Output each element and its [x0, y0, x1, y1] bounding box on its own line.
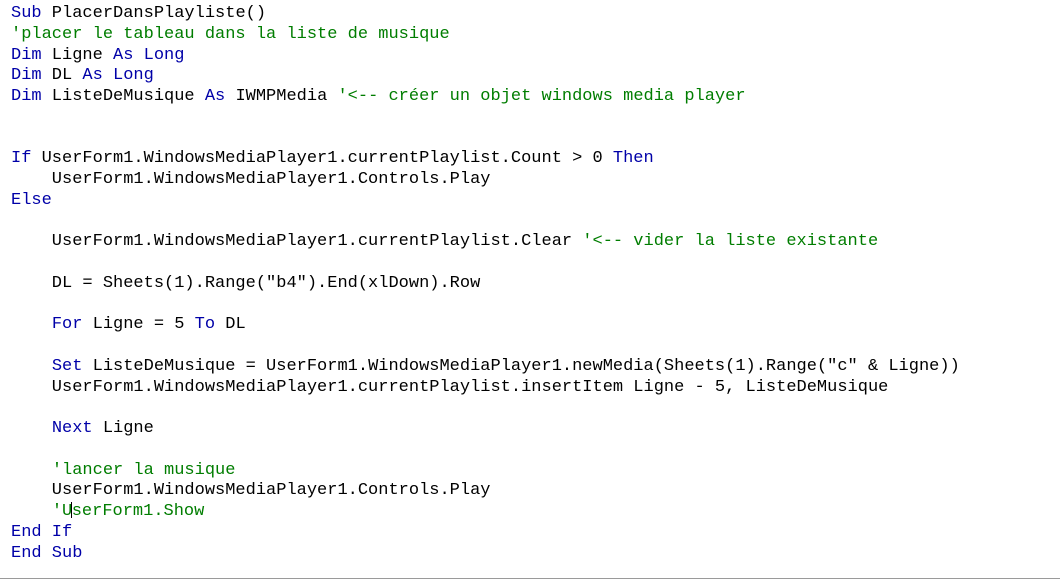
- code-line[interactable]: [11, 295, 1060, 316]
- code-line[interactable]: Set ListeDeMusique = UserForm1.WindowsMe…: [11, 357, 1060, 378]
- code-token-kw: As: [204, 87, 226, 106]
- code-token-id: [103, 66, 113, 85]
- code-token-kw: Dim: [11, 45, 42, 65]
- code-line[interactable]: Sub PlacerDansPlayliste(): [11, 4, 1060, 25]
- code-line[interactable]: Next Ligne: [11, 419, 1060, 440]
- code-token-cmt: 'placer le tableau dans la liste de musi…: [11, 24, 450, 44]
- code-token-id: IWMPMedia: [225, 87, 338, 106]
- code-token-kw: Dim: [11, 87, 42, 106]
- code-text-area[interactable]: Sub PlacerDansPlayliste()'placer le tabl…: [11, 4, 1060, 564]
- code-token-kw: End Sub: [11, 543, 83, 563]
- code-line[interactable]: DL = Sheets(1).Range("b4").End(xlDown).R…: [11, 274, 1060, 295]
- code-line[interactable]: Dim Ligne As Long: [11, 46, 1060, 67]
- code-line[interactable]: UserForm1.WindowsMediaPlayer1.Controls.P…: [11, 170, 1060, 191]
- code-token-kw: Dim: [11, 66, 42, 86]
- code-token-id: Ligne: [92, 419, 154, 438]
- code-token-id: DL = Sheets(1).Range("b4").End(xlDown).R…: [11, 273, 481, 293]
- code-token-id: Ligne = 5: [82, 315, 195, 335]
- code-token-id: UserForm1.WindowsMediaPlayer1.currentPla…: [31, 149, 613, 169]
- code-line[interactable]: Dim ListeDeMusique As IWMPMedia '<-- cré…: [11, 87, 1060, 108]
- code-token-kw: Long: [113, 66, 154, 86]
- code-token-id: [11, 419, 52, 438]
- code-line[interactable]: Dim DL As Long: [11, 66, 1060, 87]
- code-token-id: [11, 461, 52, 480]
- code-token-kw: End If: [11, 522, 73, 542]
- code-line[interactable]: 'lancer la musique: [11, 461, 1060, 482]
- code-token-cmt: '<-- vider la liste existante: [582, 232, 879, 252]
- code-token-cmt: serForm1.Show: [71, 502, 205, 521]
- code-line[interactable]: If UserForm1.WindowsMediaPlayer1.current…: [11, 149, 1060, 170]
- code-token-kw: Sub: [11, 4, 42, 23]
- code-line[interactable]: End Sub: [11, 544, 1060, 565]
- code-token-id: ListeDeMusique: [41, 87, 205, 106]
- code-token-cmt: '<-- créer un objet windows media player: [337, 87, 746, 106]
- code-token-id: [11, 315, 52, 334]
- code-line[interactable]: [11, 129, 1060, 150]
- code-token-id: [11, 357, 52, 376]
- code-line[interactable]: [11, 336, 1060, 357]
- code-line[interactable]: [11, 440, 1060, 461]
- code-token-kw: If: [11, 149, 32, 169]
- code-token-cmt: 'lancer la musique: [51, 460, 236, 480]
- code-token-id: [133, 46, 143, 65]
- code-line[interactable]: [11, 212, 1060, 233]
- code-token-kw: Set: [51, 356, 83, 376]
- code-line[interactable]: End If: [11, 523, 1060, 544]
- code-token-kw: For: [51, 315, 83, 335]
- code-line[interactable]: [11, 253, 1060, 274]
- code-token-id: UserForm1.WindowsMediaPlayer1.Controls.P…: [11, 170, 491, 189]
- code-line[interactable]: UserForm1.WindowsMediaPlayer1.Controls.P…: [11, 481, 1060, 502]
- code-token-id: Ligne: [41, 45, 114, 65]
- code-token-id: UserForm1.WindowsMediaPlayer1.Controls.P…: [11, 481, 491, 501]
- code-token-kw: As: [113, 45, 134, 65]
- code-line[interactable]: 'placer le tableau dans la liste de musi…: [11, 25, 1060, 46]
- code-token-id: DL: [41, 66, 83, 86]
- code-token-kw: Else: [11, 190, 52, 210]
- code-token-id: DL: [215, 315, 246, 335]
- code-line[interactable]: [11, 108, 1060, 129]
- code-line[interactable]: UserForm1.WindowsMediaPlayer1.currentPla…: [11, 378, 1060, 399]
- code-line[interactable]: For Ligne = 5 To DL: [11, 315, 1060, 336]
- code-token-id: ListeDeMusique = UserForm1.WindowsMediaP…: [82, 356, 960, 376]
- code-token-cmt: 'U: [51, 502, 73, 521]
- code-editor-pane[interactable]: Sub PlacerDansPlayliste()'placer le tabl…: [0, 0, 1060, 579]
- code-token-id: UserForm1.WindowsMediaPlayer1.currentPla…: [11, 377, 889, 397]
- code-line[interactable]: UserForm1.WindowsMediaPlayer1.currentPla…: [11, 232, 1060, 253]
- code-line[interactable]: Else: [11, 191, 1060, 212]
- code-token-kw: As: [82, 66, 103, 86]
- code-token-kw: Long: [143, 45, 185, 65]
- code-token-id: UserForm1.WindowsMediaPlayer1.currentPla…: [11, 232, 583, 252]
- code-token-id: [11, 502, 52, 521]
- code-token-kw: To: [194, 315, 216, 335]
- code-token-kw: Then: [612, 149, 654, 169]
- code-line[interactable]: 'UserForm1.Show: [11, 502, 1060, 523]
- code-token-kw: Next: [51, 419, 93, 438]
- code-line[interactable]: [11, 398, 1060, 419]
- code-token-id: PlacerDansPlayliste(): [41, 4, 267, 23]
